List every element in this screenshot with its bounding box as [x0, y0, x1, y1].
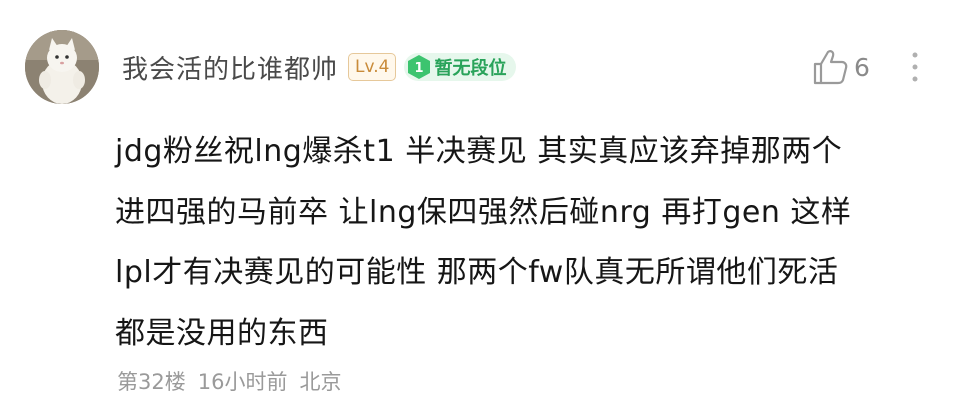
rank-badge[interactable]: 1 暂无段位: [404, 53, 517, 81]
like-button[interactable]: 6: [812, 46, 870, 88]
floor-number: 第32楼: [117, 370, 186, 394]
more-vertical-icon[interactable]: [905, 50, 925, 84]
comment-meta: 第32楼 16小时前 北京: [117, 366, 341, 396]
rank-label: 暂无段位: [434, 58, 507, 79]
comment-text-line: 进四强的马前卒 让lng保四强然后碰nrg 再打gen 这样: [115, 194, 852, 230]
rank-number: 1: [415, 61, 424, 76]
thumbs-up-icon: [813, 50, 848, 85]
comment-text-line: 都是没用的东西: [115, 315, 329, 351]
location: 北京: [299, 370, 342, 394]
level-badge: Lv.4: [348, 53, 397, 81]
comment-card: 我会活的比谁都帅 Lv.4 1 暂无段位 6 jdg粉丝祝lng爆杀t1 半决赛…: [0, 0, 960, 409]
rank-gem-icon: 1: [404, 53, 434, 81]
white-cat-avatar-icon: [25, 30, 99, 104]
like-count: 6: [854, 52, 870, 82]
comment-text-line: jdg粉丝祝lng爆杀t1 半决赛见 其实真应该弃掉那两个: [115, 134, 843, 169]
comment-header: 我会活的比谁都帅 Lv.4 1 暂无段位: [122, 48, 517, 86]
timestamp: 16小时前: [197, 370, 288, 394]
comment-text: jdg粉丝祝lng爆杀t1 半决赛见 其实真应该弃掉那两个 进四强的马前卒 让l…: [115, 122, 935, 364]
username[interactable]: 我会活的比谁都帅: [122, 49, 338, 86]
user-avatar[interactable]: [25, 30, 99, 104]
comment-text-line: lpl才有决赛见的可能性 那两个fw队真无所谓他们死活: [115, 255, 839, 290]
